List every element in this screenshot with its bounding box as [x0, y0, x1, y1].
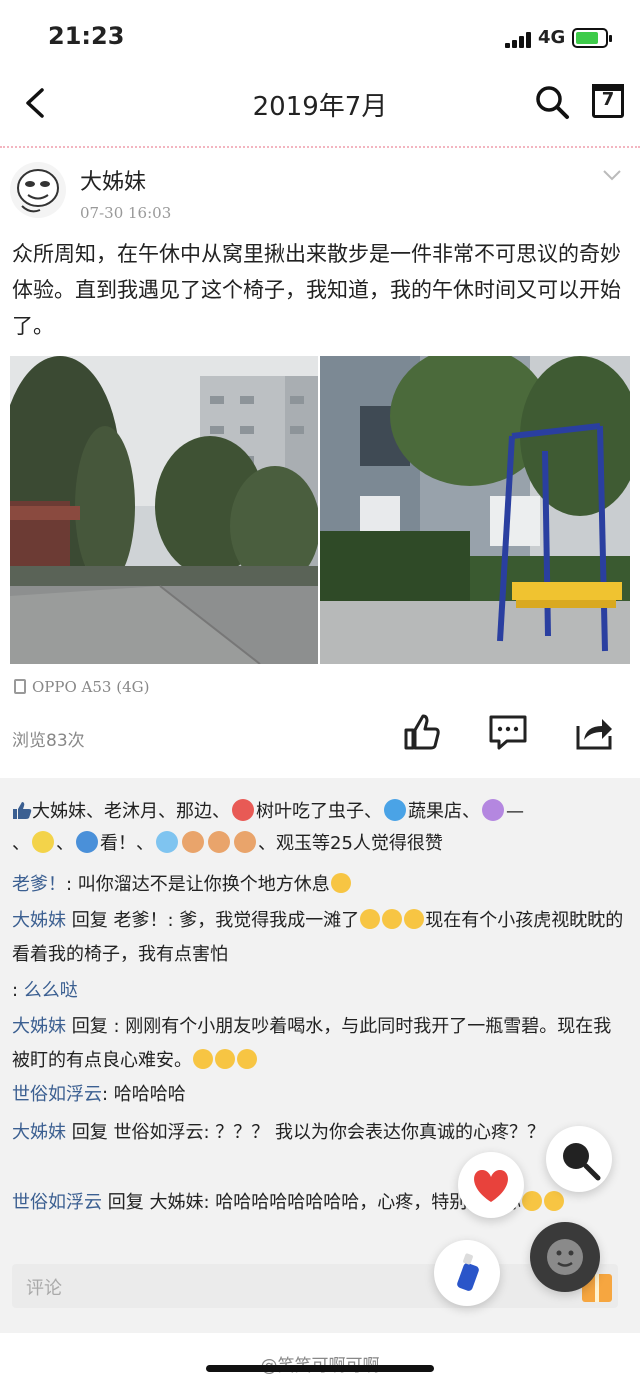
thinking-emoji-icon [404, 909, 425, 929]
lollipop-icon [234, 831, 256, 853]
status-bar: 21:23 4G [0, 0, 640, 72]
comment-placeholder: 评论 [26, 1278, 62, 1299]
likes-names-1: 大姊妹、老沐月、那边、 [32, 801, 230, 822]
avatar-badge-4 [76, 831, 98, 853]
thumbs-up-icon [13, 802, 32, 819]
comment-input[interactable]: 评论 [12, 1264, 618, 1308]
post-photo-2[interactable] [320, 356, 630, 664]
lollipop-icon [182, 831, 204, 853]
smirk-emoji-icon [522, 1191, 543, 1211]
frying-pan-icon [563, 1143, 601, 1181]
comment-3[interactable]: : 么么哒 [12, 974, 628, 1008]
share-icon[interactable] [574, 712, 614, 752]
network-label: 4G [538, 27, 566, 48]
comment-text: 回复 世俗如浮云: ？？？ 我以为你会表达你真诚的心疼？？ [66, 1122, 545, 1143]
bottom-area: @笑笑可啊可啊 [0, 1333, 640, 1385]
likes-names-5: 、 [12, 833, 30, 854]
avatar[interactable] [10, 162, 66, 218]
thinking-emoji-icon [193, 1049, 213, 1069]
device-text: OPPO A53 (4G) [32, 678, 150, 696]
face-icon [547, 1239, 583, 1275]
pan-sticker-button[interactable] [546, 1126, 612, 1192]
comment-icon[interactable] [488, 712, 528, 752]
device-label: OPPO A53 (4G) [14, 678, 149, 696]
home-indicator[interactable] [206, 1365, 434, 1372]
calendar-icon[interactable]: 7 [592, 84, 624, 118]
comment-2[interactable]: 大姊妹 回复 老爹！: 爹，我觉得我成一滩了 现在有个小孩虎视眈眈的看着我的椅子，… [12, 904, 628, 972]
likes-names-7: 看！、 [100, 833, 154, 854]
avatar-badge-3 [482, 799, 504, 821]
nav-bar: 2019年7月 7 [0, 72, 640, 134]
comment-author[interactable]: 老爹！ [12, 874, 66, 895]
comment-author[interactable]: 大姊妹 [12, 1016, 66, 1037]
post-time: 07-30 16:03 [80, 204, 172, 222]
smirk-emoji-icon [544, 1191, 565, 1211]
post-photo-1[interactable] [10, 356, 318, 664]
likes-names-6: 、 [56, 833, 74, 854]
heart-icon [474, 1170, 508, 1202]
comment-text: 回复 : 刚刚有个小朋友吵着喝水，与此同时我开了一瓶雪碧。现在我被盯的有点良心难… [12, 1016, 612, 1071]
comment-5[interactable]: 世俗如浮云: 哈哈哈哈 [12, 1078, 628, 1112]
comment-author[interactable]: 世俗如浮云 [12, 1192, 102, 1213]
bottle-icon [457, 1253, 479, 1291]
lemon-icon [32, 831, 54, 853]
avatar-badge-1 [232, 799, 254, 821]
comment-text: : 哈哈哈哈 [102, 1084, 186, 1105]
meme-face-icon [17, 169, 59, 213]
likes-names-2: 树叶吃了虫子、 [256, 801, 382, 822]
comment-4[interactable]: 大姊妹 回复 : 刚刚有个小朋友吵着喝水，与此同时我开了一瓶雪碧。现在我被盯的有… [12, 1010, 628, 1078]
lollipop-icon [208, 831, 230, 853]
like-icon[interactable] [402, 712, 442, 752]
laughing-emoji-icon [330, 873, 351, 893]
status-time: 21:23 [48, 22, 125, 50]
comment-text: : 叫你溜达不是让你换个地方休息 [66, 874, 330, 895]
comment-6[interactable]: 大姊妹 回复 世俗如浮云: ？？？ 我以为你会表达你真诚的心疼？？ [12, 1116, 628, 1150]
view-count: 浏览83次 [12, 731, 85, 751]
avatar-badge-5 [156, 831, 178, 853]
post-text: 众所周知，在午休中从窝里揪出来散步是一件非常不可思议的奇妙体验。直到我遇见了这个… [12, 242, 621, 338]
likes-names-4: — [506, 801, 524, 822]
chevron-down-icon[interactable] [602, 168, 622, 182]
comment-author-2[interactable]: 么么哒 [24, 980, 78, 1001]
decorative-strip [0, 134, 640, 148]
thinking-emoji-icon [237, 1049, 257, 1069]
battery-icon [572, 28, 612, 48]
comment-author[interactable]: 大姊妹 [12, 1122, 66, 1143]
heart-sticker-button[interactable] [458, 1152, 524, 1218]
avatar-badge-2 [384, 799, 406, 821]
post-card: 大姊妹 07-30 16:03 众所周知，在午休中从窝里揪出来散步是一件非常不可… [0, 148, 640, 778]
author-name[interactable]: 大姊妹 [80, 164, 146, 196]
likes-names-8: 、观玉等25人觉得很赞 [258, 833, 443, 854]
emoji-face-button[interactable] [530, 1222, 600, 1292]
comment-text: 回复 老爹！: 爹，我觉得我成一滩了 [66, 910, 360, 931]
thinking-emoji-icon [215, 1049, 235, 1069]
comment-7[interactable]: 世俗如浮云 回复 大姊妹: 哈哈哈哈哈哈哈哈，心疼，特别心疼你 [12, 1186, 628, 1220]
bottle-sticker-button[interactable] [434, 1240, 500, 1306]
likes-names-3: 蔬果店、 [408, 801, 480, 822]
watermark: @笑笑可啊可啊 [0, 1351, 640, 1376]
comment-1[interactable]: 老爹！: 叫你溜达不是让你换个地方休息 [12, 868, 628, 902]
thinking-emoji-icon [360, 909, 381, 929]
comment-author[interactable]: 世俗如浮云 [12, 1084, 102, 1105]
search-icon[interactable] [534, 84, 570, 120]
signal-icon [505, 32, 531, 48]
comment-text: : [12, 980, 24, 1001]
thinking-emoji-icon [382, 909, 403, 929]
phone-icon [14, 679, 26, 694]
likes-list[interactable]: 大姊妹、老沐月、那边、 树叶吃了虫子、 蔬果店、 — 、 、 看！、 、观玉等25人觉得很赞 [12, 796, 632, 860]
comment-author[interactable]: 大姊妹 [12, 910, 66, 931]
